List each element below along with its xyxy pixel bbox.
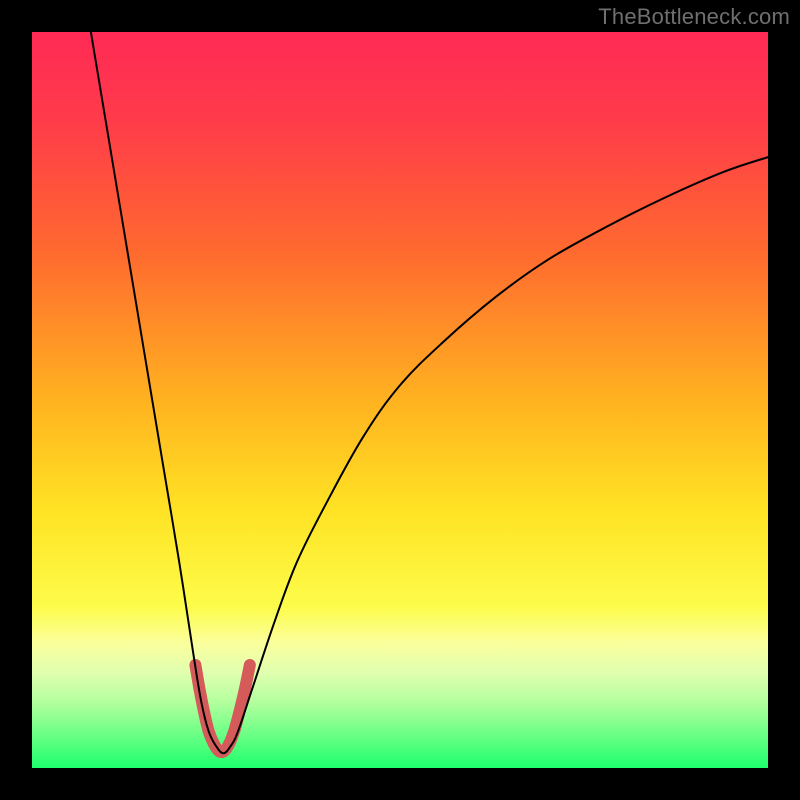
chart-svg [0,0,800,800]
watermark-text: TheBottleneck.com [598,4,790,30]
chart-frame: TheBottleneck.com [0,0,800,800]
plot-background [32,32,768,768]
